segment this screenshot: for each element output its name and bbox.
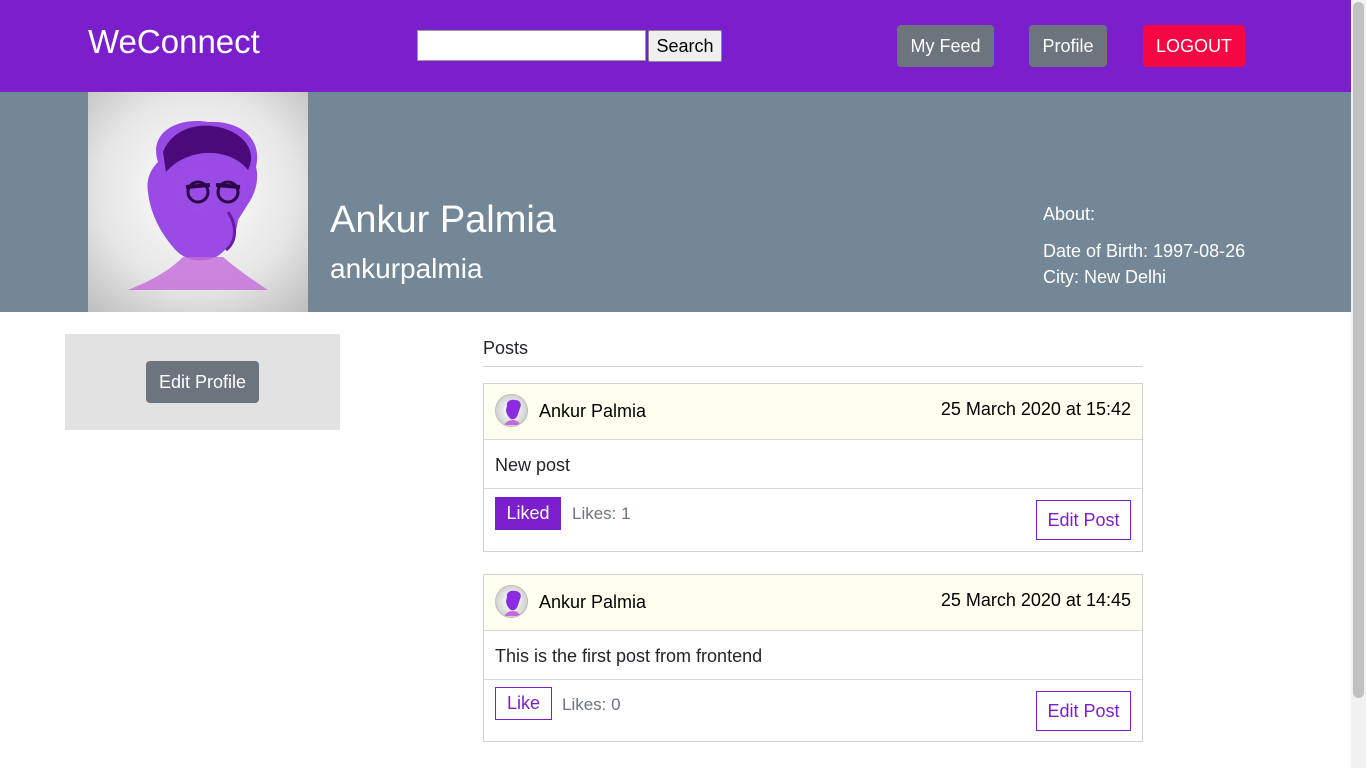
navbar: WeConnect Search My Feed Profile LOGOUT [0,0,1351,92]
date-of-birth: Date of Birth: 1997-08-26 [1043,241,1246,261]
about-label: About: [1043,204,1096,224]
divider [483,366,1143,367]
likes-count: Likes: 1 [572,504,631,523]
divider [484,679,1142,680]
search-button[interactable]: Search [648,30,722,62]
author-avatar [495,394,528,427]
like-button[interactable]: Like [495,687,552,720]
post-content: This is the first post from frontend [495,646,763,666]
post-header: Ankur Palmia 25 March 2020 at 15:42 [484,384,1142,440]
search-input[interactable] [417,30,646,61]
profile-name: Ankur Palmia [330,199,556,241]
post-date: 25 March 2020 at 14:45 [940,590,1131,610]
divider [484,488,1142,489]
edit-post-button[interactable]: Edit Post [1036,691,1131,731]
post-author[interactable]: Ankur Palmia [539,400,646,422]
post-content: New post [495,455,571,475]
post-card: Ankur Palmia 25 March 2020 at 14:45 This… [483,574,1143,742]
scrollbar-thumb[interactable] [1353,2,1364,698]
author-avatar [495,585,528,618]
edit-post-button[interactable]: Edit Post [1036,500,1131,540]
brand-logo[interactable]: WeConnect [88,22,260,62]
posts-heading: Posts [483,338,529,358]
user-portrait-icon [504,399,521,425]
my-feed-button[interactable]: My Feed [897,25,994,67]
likes-count: Likes: 0 [562,695,621,714]
like-button[interactable]: Liked [495,497,561,530]
logout-button[interactable]: LOGOUT [1143,25,1245,67]
post-date: 25 March 2020 at 15:42 [940,399,1131,419]
post-author[interactable]: Ankur Palmia [539,591,646,613]
user-portrait-icon [504,590,521,616]
profile-avatar [88,92,308,312]
profile-button[interactable]: Profile [1029,25,1107,67]
post-header: Ankur Palmia 25 March 2020 at 14:45 [484,575,1142,631]
profile-username: ankurpalmia [330,253,483,284]
user-portrait-icon [128,121,268,290]
post-card: Ankur Palmia 25 March 2020 at 15:42 New … [483,383,1143,552]
edit-profile-button[interactable]: Edit Profile [146,361,259,403]
city: City: New Delhi [1043,267,1167,287]
profile-header: Ankur Palmia ankurpalmia About: Date of … [0,92,1351,312]
profile-actions-panel: Edit Profile [65,334,340,430]
